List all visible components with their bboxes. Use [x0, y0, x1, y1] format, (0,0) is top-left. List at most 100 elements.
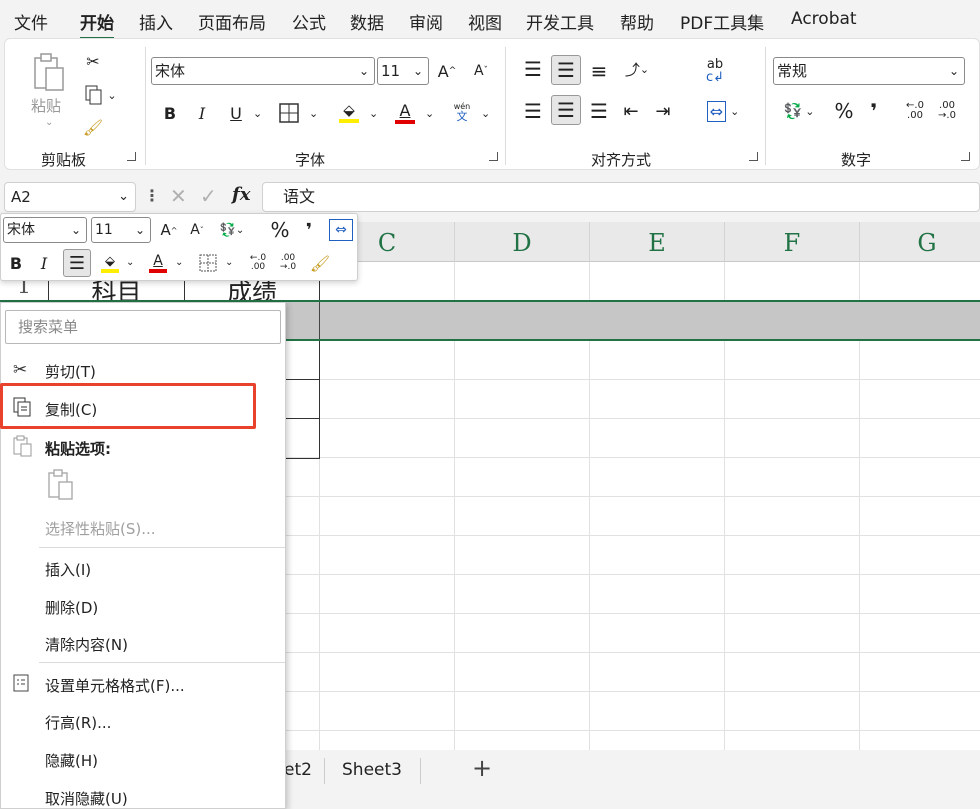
font-color-icon[interactable]: A: [391, 97, 419, 127]
mini-font-color-dropdown-icon[interactable]: ⌄: [175, 257, 183, 268]
mini-comma-button[interactable]: ❜: [299, 217, 319, 243]
mini-decrease-decimal-icon[interactable]: .00 →.0: [275, 250, 301, 276]
menu-item-paste-special[interactable]: 选择性粘贴(S)...: [45, 518, 156, 539]
column-header-e[interactable]: E: [590, 222, 725, 262]
accounting-format-icon[interactable]: 💱 ⌄: [775, 97, 823, 125]
decrease-indent-icon[interactable]: ⇤: [617, 97, 645, 125]
menu-item-insert[interactable]: 插入(I): [45, 559, 91, 580]
mini-fill-dropdown-icon[interactable]: ⌄: [126, 257, 134, 268]
menu-item-format-cells[interactable]: 设置单元格格式(F)...: [45, 675, 185, 696]
bold-button[interactable]: B: [157, 99, 183, 127]
font-name-select[interactable]: 宋体 ⌄: [151, 57, 375, 85]
paste-label[interactable]: 粘贴: [31, 95, 61, 116]
alignment-launcher-icon[interactable]: [749, 152, 758, 161]
mini-bold-button[interactable]: B: [5, 250, 27, 276]
confirm-entry-icon[interactable]: ✓: [200, 184, 217, 208]
paste-icon[interactable]: [27, 49, 71, 95]
mini-size-select[interactable]: 11 ⌄: [91, 217, 151, 243]
align-middle-icon[interactable]: ☰: [551, 55, 581, 85]
percent-button[interactable]: %: [831, 97, 857, 125]
mini-font-select[interactable]: 宋体 ⌄: [3, 217, 87, 243]
align-left-icon[interactable]: ☰: [519, 97, 547, 125]
number-format-select[interactable]: 常规 ⌄: [773, 57, 965, 85]
tab-acrobat[interactable]: Acrobat: [791, 9, 857, 29]
mini-border-icon[interactable]: [195, 250, 221, 276]
mini-font-color-icon[interactable]: A: [145, 249, 171, 277]
align-right-icon[interactable]: ☰: [585, 97, 613, 125]
fill-color-dropdown-icon[interactable]: ⌄: [369, 107, 378, 120]
mini-align-center-icon[interactable]: ☰: [63, 249, 91, 277]
column-header-f[interactable]: F: [725, 222, 860, 262]
tab-insert[interactable]: 插入: [139, 9, 173, 34]
increase-decimal-icon[interactable]: ←.0.00: [901, 97, 929, 125]
decrease-decimal-icon[interactable]: .00 →.0: [933, 97, 961, 125]
border-dropdown-icon[interactable]: ⌄: [309, 107, 318, 120]
mini-accounting-icon[interactable]: 💱 ⌄: [213, 217, 251, 243]
tab-developer[interactable]: 开发工具: [526, 9, 594, 34]
mini-shrink-font-icon[interactable]: Aˇ: [185, 217, 209, 243]
merge-center-icon[interactable]: ⇔ ⌄: [699, 97, 747, 125]
menu-item-row-height[interactable]: 行高(R)...: [45, 712, 111, 733]
menu-item-cut[interactable]: 剪切(T): [45, 361, 96, 382]
more-options-icon[interactable]: ⋮: [144, 186, 160, 205]
paste-dropdown-icon[interactable]: ⌄: [45, 117, 53, 128]
menu-item-hide[interactable]: 隐藏(H): [45, 750, 98, 771]
italic-button[interactable]: I: [189, 99, 215, 127]
sheet-tab-3[interactable]: Sheet3: [342, 760, 402, 780]
phonetic-dropdown-icon[interactable]: ⌄: [481, 107, 490, 120]
grow-font-icon[interactable]: A ^: [433, 57, 461, 85]
column-header-d[interactable]: D: [455, 222, 590, 262]
clipboard-launcher-icon[interactable]: [127, 152, 136, 161]
align-top-icon[interactable]: ☰: [519, 55, 547, 83]
tab-view[interactable]: 视图: [468, 9, 502, 34]
mini-percent-button[interactable]: %: [267, 217, 293, 243]
cancel-entry-icon[interactable]: ✕: [170, 184, 187, 208]
fill-color-icon[interactable]: ⬙: [335, 97, 363, 127]
tab-home[interactable]: 开始: [80, 9, 114, 40]
tab-file[interactable]: 文件: [14, 9, 48, 34]
tab-data[interactable]: 数据: [350, 9, 384, 34]
align-bottom-icon[interactable]: ≡: [585, 57, 613, 85]
wrap-text-icon[interactable]: ab c↲: [699, 55, 731, 87]
mini-increase-decimal-icon[interactable]: ←.0.00: [245, 250, 271, 276]
format-painter-icon[interactable]: 🖌: [81, 115, 105, 139]
menu-item-clear-contents[interactable]: 清除内容(N): [45, 634, 128, 655]
font-size-select[interactable]: 11 ⌄: [377, 57, 429, 85]
mini-italic-button[interactable]: I: [33, 250, 55, 276]
cut-icon[interactable]: ✂: [81, 49, 105, 73]
add-sheet-button[interactable]: +: [472, 754, 492, 782]
font-launcher-icon[interactable]: [489, 152, 498, 161]
menu-item-unhide[interactable]: 取消隐藏(U): [45, 788, 128, 809]
tab-help[interactable]: 帮助: [620, 9, 654, 34]
shrink-font-icon[interactable]: Aˇ: [467, 57, 495, 85]
phonetic-guide-icon[interactable]: wén 文: [447, 97, 477, 127]
orientation-icon[interactable]: ⤴ ⌄: [617, 55, 657, 83]
paste-option-icon[interactable]: [47, 469, 75, 505]
tab-formulas[interactable]: 公式: [292, 9, 326, 34]
name-box[interactable]: A2 ⌄: [4, 182, 136, 212]
copy-icon[interactable]: ⌄: [81, 83, 121, 107]
mini-format-painter-icon[interactable]: 🖌: [307, 250, 333, 276]
increase-indent-icon[interactable]: ⇥: [649, 97, 677, 125]
menu-item-delete[interactable]: 删除(D): [45, 597, 98, 618]
cell-border: [284, 418, 320, 419]
tab-review[interactable]: 审阅: [409, 9, 443, 34]
column-header-g[interactable]: G: [860, 222, 980, 262]
underline-dropdown-icon[interactable]: ⌄: [253, 107, 262, 120]
comma-style-button[interactable]: ❜: [863, 97, 885, 125]
font-color-dropdown-icon[interactable]: ⌄: [425, 107, 434, 120]
sheet-tab-2[interactable]: et2: [284, 760, 312, 780]
underline-button[interactable]: U: [223, 99, 249, 127]
tab-page-layout[interactable]: 页面布局: [198, 9, 266, 34]
border-icon[interactable]: [275, 99, 303, 127]
mini-merge-icon[interactable]: ⇔: [329, 219, 353, 241]
formula-input[interactable]: 语文: [262, 182, 980, 212]
tab-pdf-tools[interactable]: PDF工具集: [680, 9, 764, 34]
align-center-icon[interactable]: ☰: [551, 95, 581, 125]
insert-function-icon[interactable]: fx: [232, 184, 250, 205]
mini-grow-font-icon[interactable]: A ^: [157, 217, 181, 243]
number-launcher-icon[interactable]: [961, 152, 970, 161]
mini-border-dropdown-icon[interactable]: ⌄: [225, 257, 233, 268]
menu-search-input[interactable]: 搜索菜单: [5, 310, 281, 344]
mini-fill-color-icon[interactable]: ⬙: [97, 249, 123, 277]
